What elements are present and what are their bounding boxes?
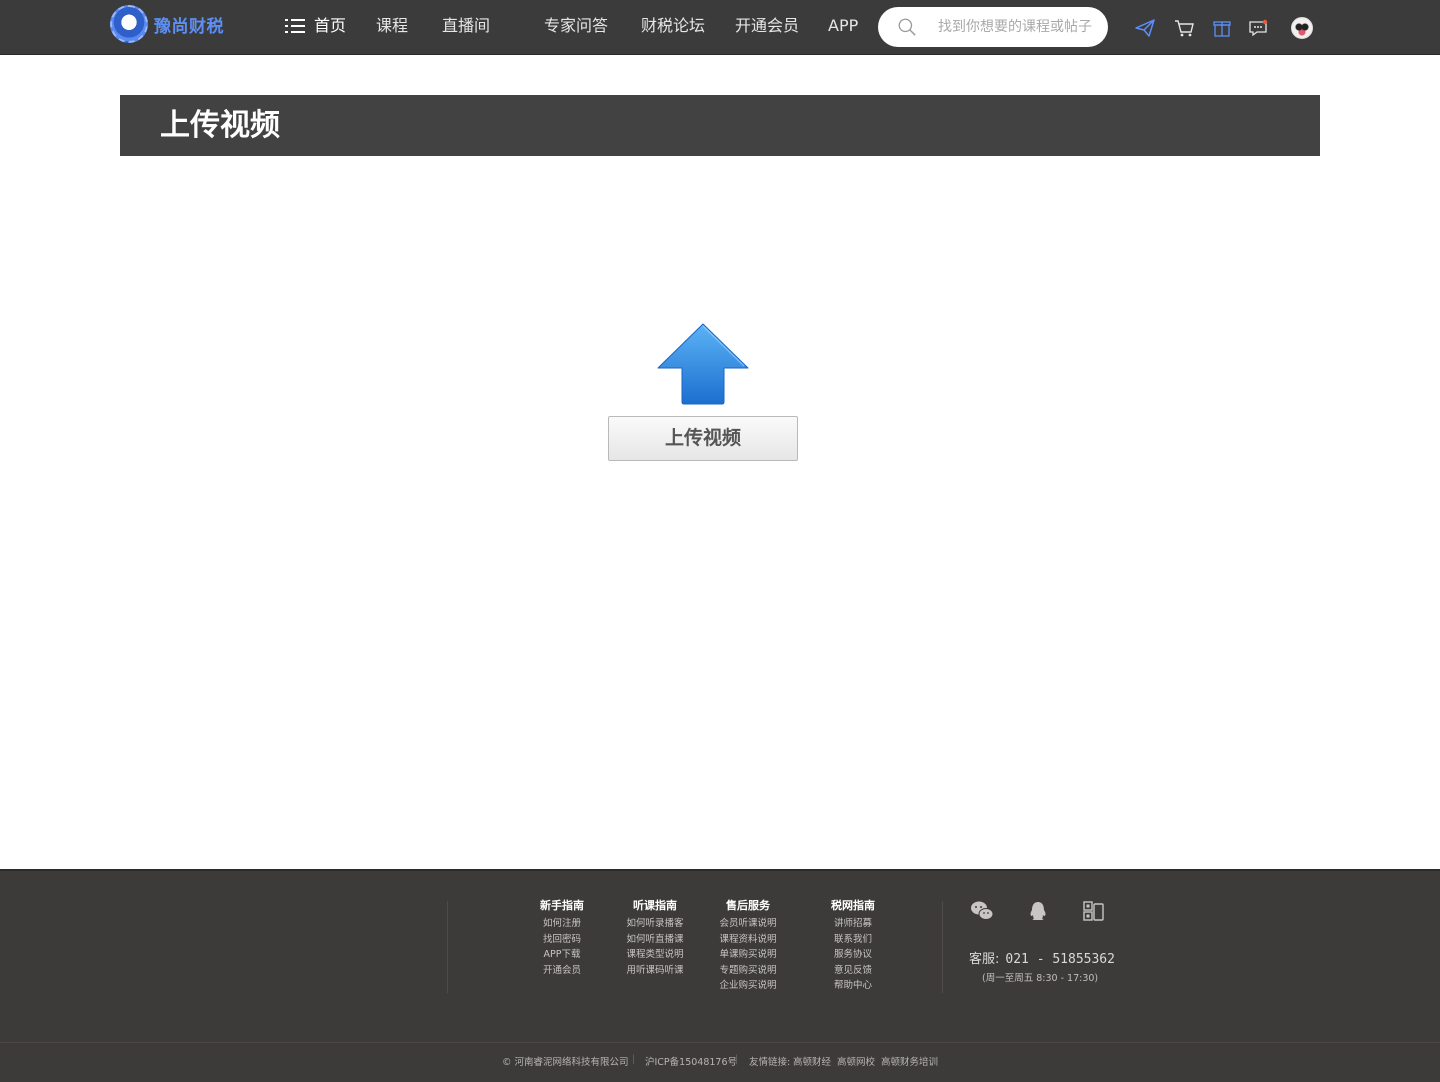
customer-service-hotline: 客服: 021 - 51855362 (969, 948, 1115, 967)
friend-link[interactable]: 高顿财经 (793, 1054, 831, 1068)
footer-column-tax-guide: 税网指南 讲师招募 联系我们 服务协议 意见反馈 帮助中心 (808, 899, 898, 994)
upload-arrow-icon[interactable] (656, 322, 750, 406)
footer-separator: | (735, 1054, 739, 1065)
footer-link[interactable]: 帮助中心 (808, 978, 898, 994)
footer-link[interactable]: 讲师招募 (808, 916, 898, 932)
footer-column-study-guide: 听课指南 如何听录播客 如何听直播课 课程类型说明 用听课码听课 (610, 899, 700, 978)
friend-link[interactable]: 高顿网校 (837, 1054, 875, 1068)
menu-list-icon[interactable] (285, 18, 305, 34)
brand-name: 豫尚财税 (154, 16, 224, 37)
footer-link[interactable]: 找回密码 (517, 932, 607, 948)
hotline-number: 021 - 51855362 (1005, 952, 1115, 967)
footer-link[interactable]: 会员听课说明 (703, 916, 793, 932)
footer-bottom-divider (0, 1042, 1440, 1043)
site-footer: 新手指南 如何注册 找回密码 APP下载 开通会员 听课指南 如何听录播客 如何… (0, 869, 1440, 1082)
footer-link[interactable]: 服务协议 (808, 947, 898, 963)
footer-link[interactable]: 企业购买说明 (703, 978, 793, 994)
copyright-company: © 河南睿泥网络科技有限公司 (502, 1057, 629, 1068)
message-icon[interactable] (1247, 18, 1269, 38)
site-logo[interactable]: 豫尚财税 (110, 5, 224, 43)
footer-link[interactable]: 课程类型说明 (610, 947, 700, 963)
footer-link[interactable]: 专题购买说明 (703, 963, 793, 979)
footer-column-beginner-guide: 新手指南 如何注册 找回密码 APP下载 开通会员 (517, 899, 607, 978)
footer-link[interactable]: 如何注册 (517, 916, 607, 932)
footer-divider (942, 901, 943, 993)
footer-column-heading: 新手指南 (540, 899, 584, 912)
wechat-icon[interactable] (970, 900, 994, 922)
footer-divider (447, 901, 448, 993)
footer-link[interactable]: 用听课码听课 (610, 963, 700, 979)
hotline-label: 客服: (969, 952, 1000, 967)
search-input[interactable] (938, 17, 1098, 37)
nav-item-courses[interactable]: 课程 (376, 0, 408, 54)
logo-emblem-icon (110, 5, 148, 43)
footer-link[interactable]: 联系我们 (808, 932, 898, 948)
footer-link[interactable]: 如何听录播客 (610, 916, 700, 932)
mobile-qr-icon[interactable] (1082, 900, 1106, 922)
send-icon[interactable] (1134, 18, 1156, 38)
qq-icon[interactable] (1026, 900, 1050, 922)
footer-link[interactable]: APP下载 (517, 947, 607, 963)
footer-link[interactable]: 如何听直播课 (610, 932, 700, 948)
cart-icon[interactable] (1173, 18, 1195, 38)
footer-link[interactable]: 意见反馈 (808, 963, 898, 979)
footer-column-heading: 听课指南 (633, 899, 677, 912)
footer-column-heading: 售后服务 (726, 899, 770, 912)
nav-item-expert-qa[interactable]: 专家问答 (544, 0, 608, 54)
nav-item-membership[interactable]: 开通会员 (735, 0, 799, 54)
friend-links-label: 友情链接: (749, 1057, 791, 1068)
search-box[interactable] (878, 7, 1108, 47)
user-avatar[interactable] (1291, 17, 1313, 39)
footer-column-after-sales: 售后服务 会员听课说明 课程资料说明 单课购买说明 专题购买说明 企业购买说明 (703, 899, 793, 994)
top-navbar: 豫尚财税 首页 课程 直播间 专家问答 财税论坛 开通会员 APP (0, 0, 1440, 55)
icp-license[interactable]: 沪ICP备15048176号 (645, 1054, 737, 1068)
footer-link[interactable]: 课程资料说明 (703, 932, 793, 948)
service-hours: (周一至周五 8:30 - 17:30) (982, 973, 1099, 984)
nav-item-forum[interactable]: 财税论坛 (641, 0, 705, 54)
gift-icon[interactable] (1211, 18, 1233, 38)
footer-link[interactable]: 单课购买说明 (703, 947, 793, 963)
friend-link[interactable]: 高顿财务培训 (881, 1054, 938, 1068)
page-title: 上传视频 (160, 108, 280, 143)
page-title-bar: 上传视频 (120, 95, 1320, 156)
nav-item-live-room[interactable]: 直播间 (442, 0, 490, 54)
footer-link[interactable]: 开通会员 (517, 963, 607, 979)
nav-item-app[interactable]: APP (828, 0, 858, 54)
upload-video-button[interactable]: 上传视频 (608, 416, 798, 461)
footer-separator: | (632, 1054, 636, 1065)
search-icon[interactable] (898, 18, 916, 36)
footer-column-heading: 税网指南 (831, 899, 875, 912)
nav-item-home[interactable]: 首页 (314, 0, 346, 54)
